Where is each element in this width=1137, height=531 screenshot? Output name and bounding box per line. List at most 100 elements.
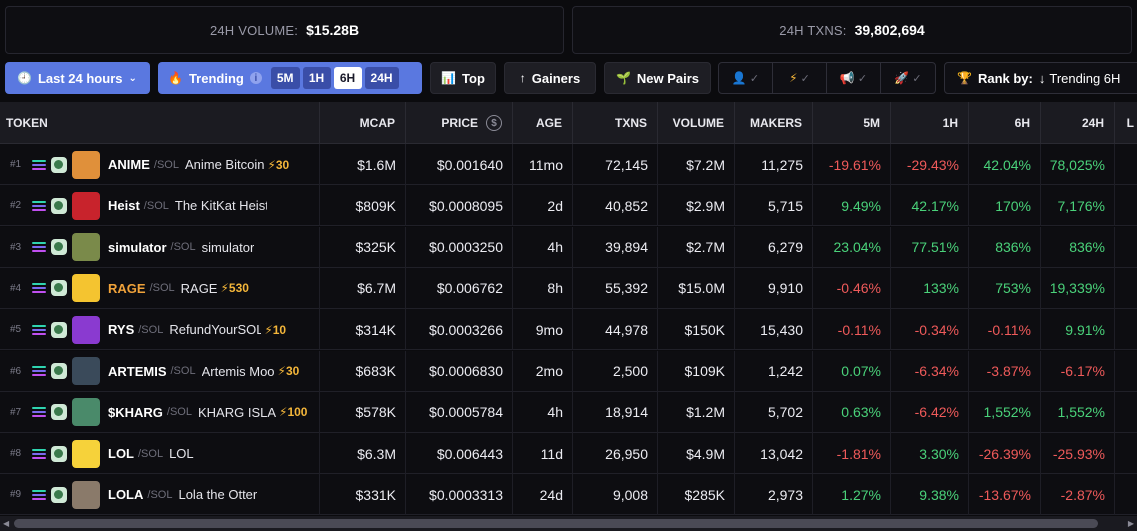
dex-icon (51, 445, 67, 462)
clock-icon: 🕘 (17, 71, 32, 85)
boost-badge: ⚡30 (267, 157, 290, 172)
column-header-makers[interactable]: MAKERS (735, 102, 813, 144)
table-row[interactable]: #3 simulator/SOL simulator $325K $0.0003250 4… (0, 226, 1137, 268)
volume-value: $15.28B (306, 22, 360, 38)
overflow-cell (1115, 185, 1137, 226)
m5-cell: 0.07% (813, 350, 891, 392)
boost-badge: ⚡530 (220, 281, 249, 296)
txns-cell: 18,914 (573, 391, 658, 433)
solana-chain-icon (32, 282, 46, 294)
token-cell[interactable]: #8 LOL/SOL LOL (0, 433, 320, 475)
table-row[interactable]: #2 Heist/SOL The KitKat Heist $809K $0.00080… (0, 185, 1137, 227)
token-cell[interactable]: #2 Heist/SOL The KitKat Heist (0, 185, 320, 227)
scroll-left-icon[interactable]: ◀ (3, 519, 9, 528)
scroll-right-icon[interactable]: ▶ (1128, 519, 1134, 528)
overflow-cell (1115, 309, 1137, 350)
overflow-cell (1115, 268, 1137, 309)
token-symbol: Heist (108, 198, 140, 214)
column-header-txns[interactable]: TXNS (573, 102, 658, 144)
token-cell[interactable]: #3 simulator/SOL simulator (0, 226, 320, 268)
top-button[interactable]: 📊 Top (430, 62, 496, 94)
txns-stat: 24H TXNS: 39,802,694 (572, 6, 1132, 54)
trending-period-1h[interactable]: 1H (302, 67, 331, 89)
age-cell: 11mo (513, 144, 573, 185)
top-label: Top (462, 70, 485, 86)
h1-cell: 77.51% (891, 226, 969, 268)
column-header-mcap[interactable]: MCAP (320, 102, 406, 144)
dex-icon (51, 404, 67, 421)
column-header-volume[interactable]: VOLUME (658, 102, 735, 144)
h24-cell: 9.91% (1041, 309, 1115, 351)
txns-cell: 9,008 (573, 474, 658, 516)
filter-profile[interactable]: 👤 ✓ (719, 63, 773, 93)
table-row[interactable]: #1 ANIME/SOL Anime Bitcoin ⚡30 $1.6M $0.00164… (0, 144, 1137, 185)
volume-label: 24H VOLUME: (209, 22, 299, 38)
horizontal-scrollbar[interactable]: ◀ ▶ (0, 516, 1137, 531)
pairs-table: TOKEN MCAP PRICE $ AGE TXNS VOLUME MAKERS 5M 1H 6H… (0, 102, 1137, 516)
rocket-icon: 🚀 (894, 71, 910, 85)
trending-group[interactable]: 🔥 Trending i 5M 1H 6H 24H (158, 62, 422, 94)
column-header-6h[interactable]: 6H (969, 102, 1041, 144)
token-cell[interactable]: #5 RYS/SOL RefundYourSOL ⚡10 (0, 309, 320, 351)
table-row[interactable]: #7 $KHARG/SOL KHARG ISLA ⚡100 $578K $0.000578… (0, 391, 1137, 433)
token-avatar (72, 439, 100, 468)
age-cell: 4h (513, 226, 573, 268)
column-header-1h[interactable]: 1H (891, 102, 969, 144)
volume-cell: $2.9M (658, 185, 735, 227)
token-name: The KitKat Heist (174, 198, 267, 214)
txns-cell: 44,978 (573, 309, 658, 351)
column-header-l[interactable]: L (1115, 102, 1137, 144)
token-cell[interactable]: #1 ANIME/SOL Anime Bitcoin ⚡30 (0, 144, 320, 185)
dex-icon (51, 363, 67, 379)
token-cell[interactable]: #4 RAGE/SOL RAGE ⚡530 (0, 267, 320, 309)
makers-cell: 2,973 (735, 474, 813, 516)
trending-label: Trending (188, 70, 244, 86)
token-cell[interactable]: #6 ARTEMIS/SOL Artemis Moo ⚡30 (0, 350, 320, 392)
token-cell[interactable]: #7 $KHARG/SOL KHARG ISLA ⚡100 (0, 391, 320, 433)
table-row[interactable]: #9 LOLA/SOL Lola the Otter $331K $0.0003313 2… (0, 474, 1137, 516)
new-pairs-button[interactable]: 🌱 New Pairs (604, 62, 711, 94)
volume-cell: $1.2M (658, 391, 735, 433)
h6-cell: 753% (969, 267, 1041, 309)
currency-toggle-icon[interactable]: $ (486, 115, 502, 131)
info-icon[interactable]: i (249, 72, 262, 84)
column-header-5m[interactable]: 5M (813, 102, 891, 144)
m5-cell: -19.61% (813, 144, 891, 185)
column-header-age[interactable]: AGE (513, 102, 573, 144)
rank-by-button[interactable]: 🏆 Rank by: ↓ Trending 6H (944, 62, 1137, 94)
dex-icon (51, 486, 67, 503)
h6-cell: 170% (969, 185, 1041, 227)
scroll-thumb[interactable] (14, 519, 1098, 528)
rank-label: #3 (10, 241, 22, 253)
table-row[interactable]: #8 LOL/SOL LOL $6.3M $0.006443 11d 26,950 $4.9M… (0, 433, 1137, 475)
txns-cell: 55,392 (573, 267, 658, 309)
column-header-token[interactable]: TOKEN (0, 102, 320, 144)
solana-chain-icon (32, 241, 46, 253)
table-row[interactable]: #6 ARTEMIS/SOL Artemis Moo ⚡30 $683K $0.00068… (0, 350, 1137, 392)
filter-boosted[interactable]: ⚡ ✓ (773, 63, 827, 93)
gainers-button[interactable]: ↑ Gainers (504, 62, 596, 94)
price-cell: $0.0003313 (406, 474, 513, 516)
volume-cell: $109K (658, 350, 735, 392)
time-range-button[interactable]: 🕘 Last 24 hours ⌄ (5, 62, 150, 94)
trending-period-5m[interactable]: 5M (270, 67, 300, 89)
price-cell: $0.001640 (406, 144, 513, 185)
table-row[interactable]: #5 RYS/SOL RefundYourSOL ⚡10 $314K $0.0003266… (0, 309, 1137, 351)
trending-period-24h[interactable]: 24H (364, 67, 399, 89)
column-header-price[interactable]: PRICE $ (406, 102, 513, 144)
token-symbol: $KHARG (108, 404, 163, 420)
token-avatar (72, 150, 100, 179)
token-avatar (72, 274, 100, 303)
age-cell: 2d (513, 185, 573, 227)
token-cell[interactable]: #9 LOLA/SOL Lola the Otter (0, 474, 320, 516)
filter-launchpad[interactable]: 🚀 ✓ (881, 63, 935, 93)
filter-ads[interactable]: 📢 ✓ (827, 63, 881, 93)
trophy-icon: 🏆 (957, 71, 972, 85)
trending-period-6h[interactable]: 6H (333, 67, 362, 89)
mcap-cell: $325K (320, 226, 406, 268)
table-row[interactable]: #4 RAGE/SOL RAGE ⚡530 $6.7M $0.006762 8h 55,392… (0, 267, 1137, 309)
h24-cell: 78,025% (1041, 144, 1115, 185)
dex-icon (51, 197, 67, 214)
sprout-icon: 🌱 (615, 71, 631, 85)
column-header-24h[interactable]: 24H (1041, 102, 1115, 144)
